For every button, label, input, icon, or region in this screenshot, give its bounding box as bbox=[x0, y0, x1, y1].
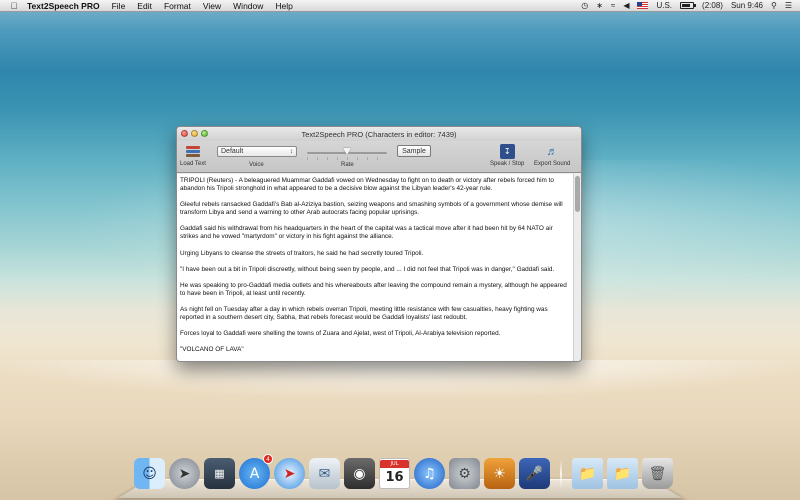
books-icon bbox=[185, 144, 200, 159]
camera-icon: ◉ bbox=[353, 465, 366, 482]
status-area: ◷ ∗ ≈ ◀ U.S. (2:08) Sun 9:46 ⚲ ☰ bbox=[581, 1, 800, 10]
zoom-button[interactable] bbox=[201, 130, 208, 137]
scrollbar-thumb[interactable] bbox=[575, 176, 580, 212]
app-window: Text2Speech PRO (Characters in editor: 7… bbox=[176, 126, 582, 362]
folder-icon: 📁 bbox=[613, 465, 632, 482]
dock-itunes[interactable]: ♫ bbox=[414, 458, 445, 489]
editor-scrollbar[interactable] bbox=[573, 174, 581, 361]
calendar-month: JUL bbox=[380, 459, 409, 468]
dock-downloads-folder[interactable]: 📁 bbox=[607, 458, 638, 489]
voice-value: Default bbox=[221, 148, 244, 155]
editor-paragraph[interactable]: Gleeful rebels ransacked Gaddafi's Bab a… bbox=[180, 201, 571, 217]
dock-mail[interactable]: ✉ bbox=[309, 458, 340, 489]
app-store-badge: 4 bbox=[263, 454, 273, 464]
menu-bar:  Text2Speech PRO File Edit Format View … bbox=[0, 0, 800, 12]
speak-icon: ↧ bbox=[499, 144, 515, 159]
load-text-button[interactable]: Load Text bbox=[180, 144, 206, 167]
sample-button[interactable]: Sample bbox=[397, 145, 431, 157]
time-machine-icon[interactable]: ◷ bbox=[581, 1, 588, 10]
menu-view[interactable]: View bbox=[203, 1, 221, 11]
dock-facetime[interactable]: ◉ bbox=[344, 458, 375, 489]
dock-separator bbox=[560, 459, 562, 489]
stamp-icon: ✉ bbox=[318, 465, 331, 482]
rate-ticks bbox=[307, 157, 387, 160]
editor-paragraph[interactable]: He was speaking to pro-Gaddafi media out… bbox=[180, 282, 571, 298]
dock-mission-control[interactable]: ▦ bbox=[204, 458, 235, 489]
volume-icon[interactable]: ◀ bbox=[623, 1, 629, 10]
editor-paragraph[interactable]: Urging Libyans to cleanse the streets of… bbox=[180, 250, 571, 258]
dock-calendar[interactable]: JUL 16 bbox=[379, 458, 410, 489]
window-controls bbox=[181, 130, 208, 137]
voice-label: Voice bbox=[249, 162, 264, 168]
gear-icon: ⚙ bbox=[458, 465, 471, 482]
text-editor[interactable]: TRIPOLI (Reuters) - A beleaguered Muamma… bbox=[177, 174, 575, 361]
close-button[interactable] bbox=[181, 130, 188, 137]
voice-select[interactable]: Default ↕ bbox=[217, 146, 297, 157]
menu-window[interactable]: Window bbox=[233, 1, 263, 11]
minimize-button[interactable] bbox=[191, 130, 198, 137]
input-source-flag-icon[interactable] bbox=[637, 2, 649, 9]
menu-format[interactable]: Format bbox=[164, 1, 191, 11]
toolbar: Load Text Default ↕ Voice Rate Sample ↧ … bbox=[177, 141, 581, 173]
photo-icon: ☀ bbox=[493, 465, 506, 482]
finder-icon: ☺ bbox=[142, 465, 157, 482]
trash-icon: 🗑 bbox=[648, 465, 667, 482]
dock: ☺ ➤ ▦ A 4 ➤ ✉ ◉ JUL 16 ♫ ⚙ ☀ 🎤 📁 📁 🗑 bbox=[134, 453, 677, 489]
dock-launchpad[interactable]: ➤ bbox=[169, 458, 200, 489]
music-note-icon: ♫ bbox=[423, 465, 436, 482]
folder-icon: 📁 bbox=[578, 465, 597, 482]
desktop-surf bbox=[0, 360, 800, 400]
dock-iphoto[interactable]: ☀ bbox=[484, 458, 515, 489]
mission-control-icon: ▦ bbox=[214, 467, 225, 480]
dock-safari[interactable]: ➤ bbox=[274, 458, 305, 489]
microphone-icon: 🎤 bbox=[525, 465, 544, 482]
dock-text2speech[interactable]: 🎤 bbox=[519, 458, 550, 489]
dock-app-store[interactable]: A 4 bbox=[239, 454, 273, 489]
menu-file[interactable]: File bbox=[112, 1, 126, 11]
notification-list-icon[interactable]: ☰ bbox=[785, 1, 792, 10]
rate-label: Rate bbox=[341, 162, 354, 168]
menu-edit[interactable]: Edit bbox=[137, 1, 152, 11]
app-store-icon: A bbox=[249, 465, 260, 482]
battery-time[interactable]: (2:08) bbox=[702, 1, 723, 10]
menu-help[interactable]: Help bbox=[275, 1, 292, 11]
chevron-updown-icon: ↕ bbox=[290, 148, 293, 155]
window-titlebar[interactable]: Text2Speech PRO (Characters in editor: 7… bbox=[177, 127, 581, 141]
compass-icon: ➤ bbox=[283, 465, 296, 482]
editor-paragraph[interactable]: "I have been out a bit in Tripoli discre… bbox=[180, 266, 571, 274]
battery-icon[interactable] bbox=[680, 2, 697, 9]
rate-slider-knob[interactable] bbox=[343, 148, 351, 155]
editor-paragraph[interactable]: "VOLCANO OF LAVA" bbox=[180, 346, 571, 354]
wifi-icon[interactable]: ≈ bbox=[611, 1, 615, 10]
bluetooth-icon[interactable]: ∗ bbox=[596, 1, 603, 10]
menu-app-name[interactable]: Text2Speech PRO bbox=[27, 1, 100, 11]
calendar-day: 16 bbox=[385, 469, 404, 485]
export-sound-button[interactable]: ♬ Export Sound bbox=[534, 144, 571, 168]
clock[interactable]: Sun 9:46 bbox=[731, 1, 763, 10]
dock-trash[interactable]: 🗑 bbox=[642, 458, 673, 489]
export-sound-label: Export Sound bbox=[534, 161, 571, 167]
export-sound-icon: ♬ bbox=[546, 145, 558, 158]
editor-paragraph[interactable]: TRIPOLI (Reuters) - A beleaguered Muamma… bbox=[180, 177, 571, 193]
rate-slider[interactable] bbox=[307, 148, 387, 155]
dock-system-preferences[interactable]: ⚙ bbox=[449, 458, 480, 489]
speak-stop-label: Speak / Stop bbox=[490, 161, 525, 167]
load-text-label: Load Text bbox=[180, 161, 206, 167]
editor-paragraph[interactable]: Forces loyal to Gaddafi were shelling th… bbox=[180, 330, 571, 338]
spotlight-search-icon[interactable]: ⚲ bbox=[771, 1, 777, 10]
rocket-icon: ➤ bbox=[178, 465, 191, 482]
editor-paragraph[interactable]: As night fell on Tuesday after a day in … bbox=[180, 306, 571, 322]
dock-applications-folder[interactable]: 📁 bbox=[572, 458, 603, 489]
dock-finder[interactable]: ☺ bbox=[134, 458, 165, 489]
speak-stop-button[interactable]: ↧ Speak / Stop bbox=[490, 144, 524, 167]
apple-menu-icon[interactable]:  bbox=[9, 1, 19, 11]
window-title: Text2Speech PRO (Characters in editor: 7… bbox=[301, 129, 457, 139]
editor-paragraph[interactable]: Gaddafi said his withdrawal from his hea… bbox=[180, 225, 571, 241]
input-source-label[interactable]: U.S. bbox=[656, 1, 672, 10]
